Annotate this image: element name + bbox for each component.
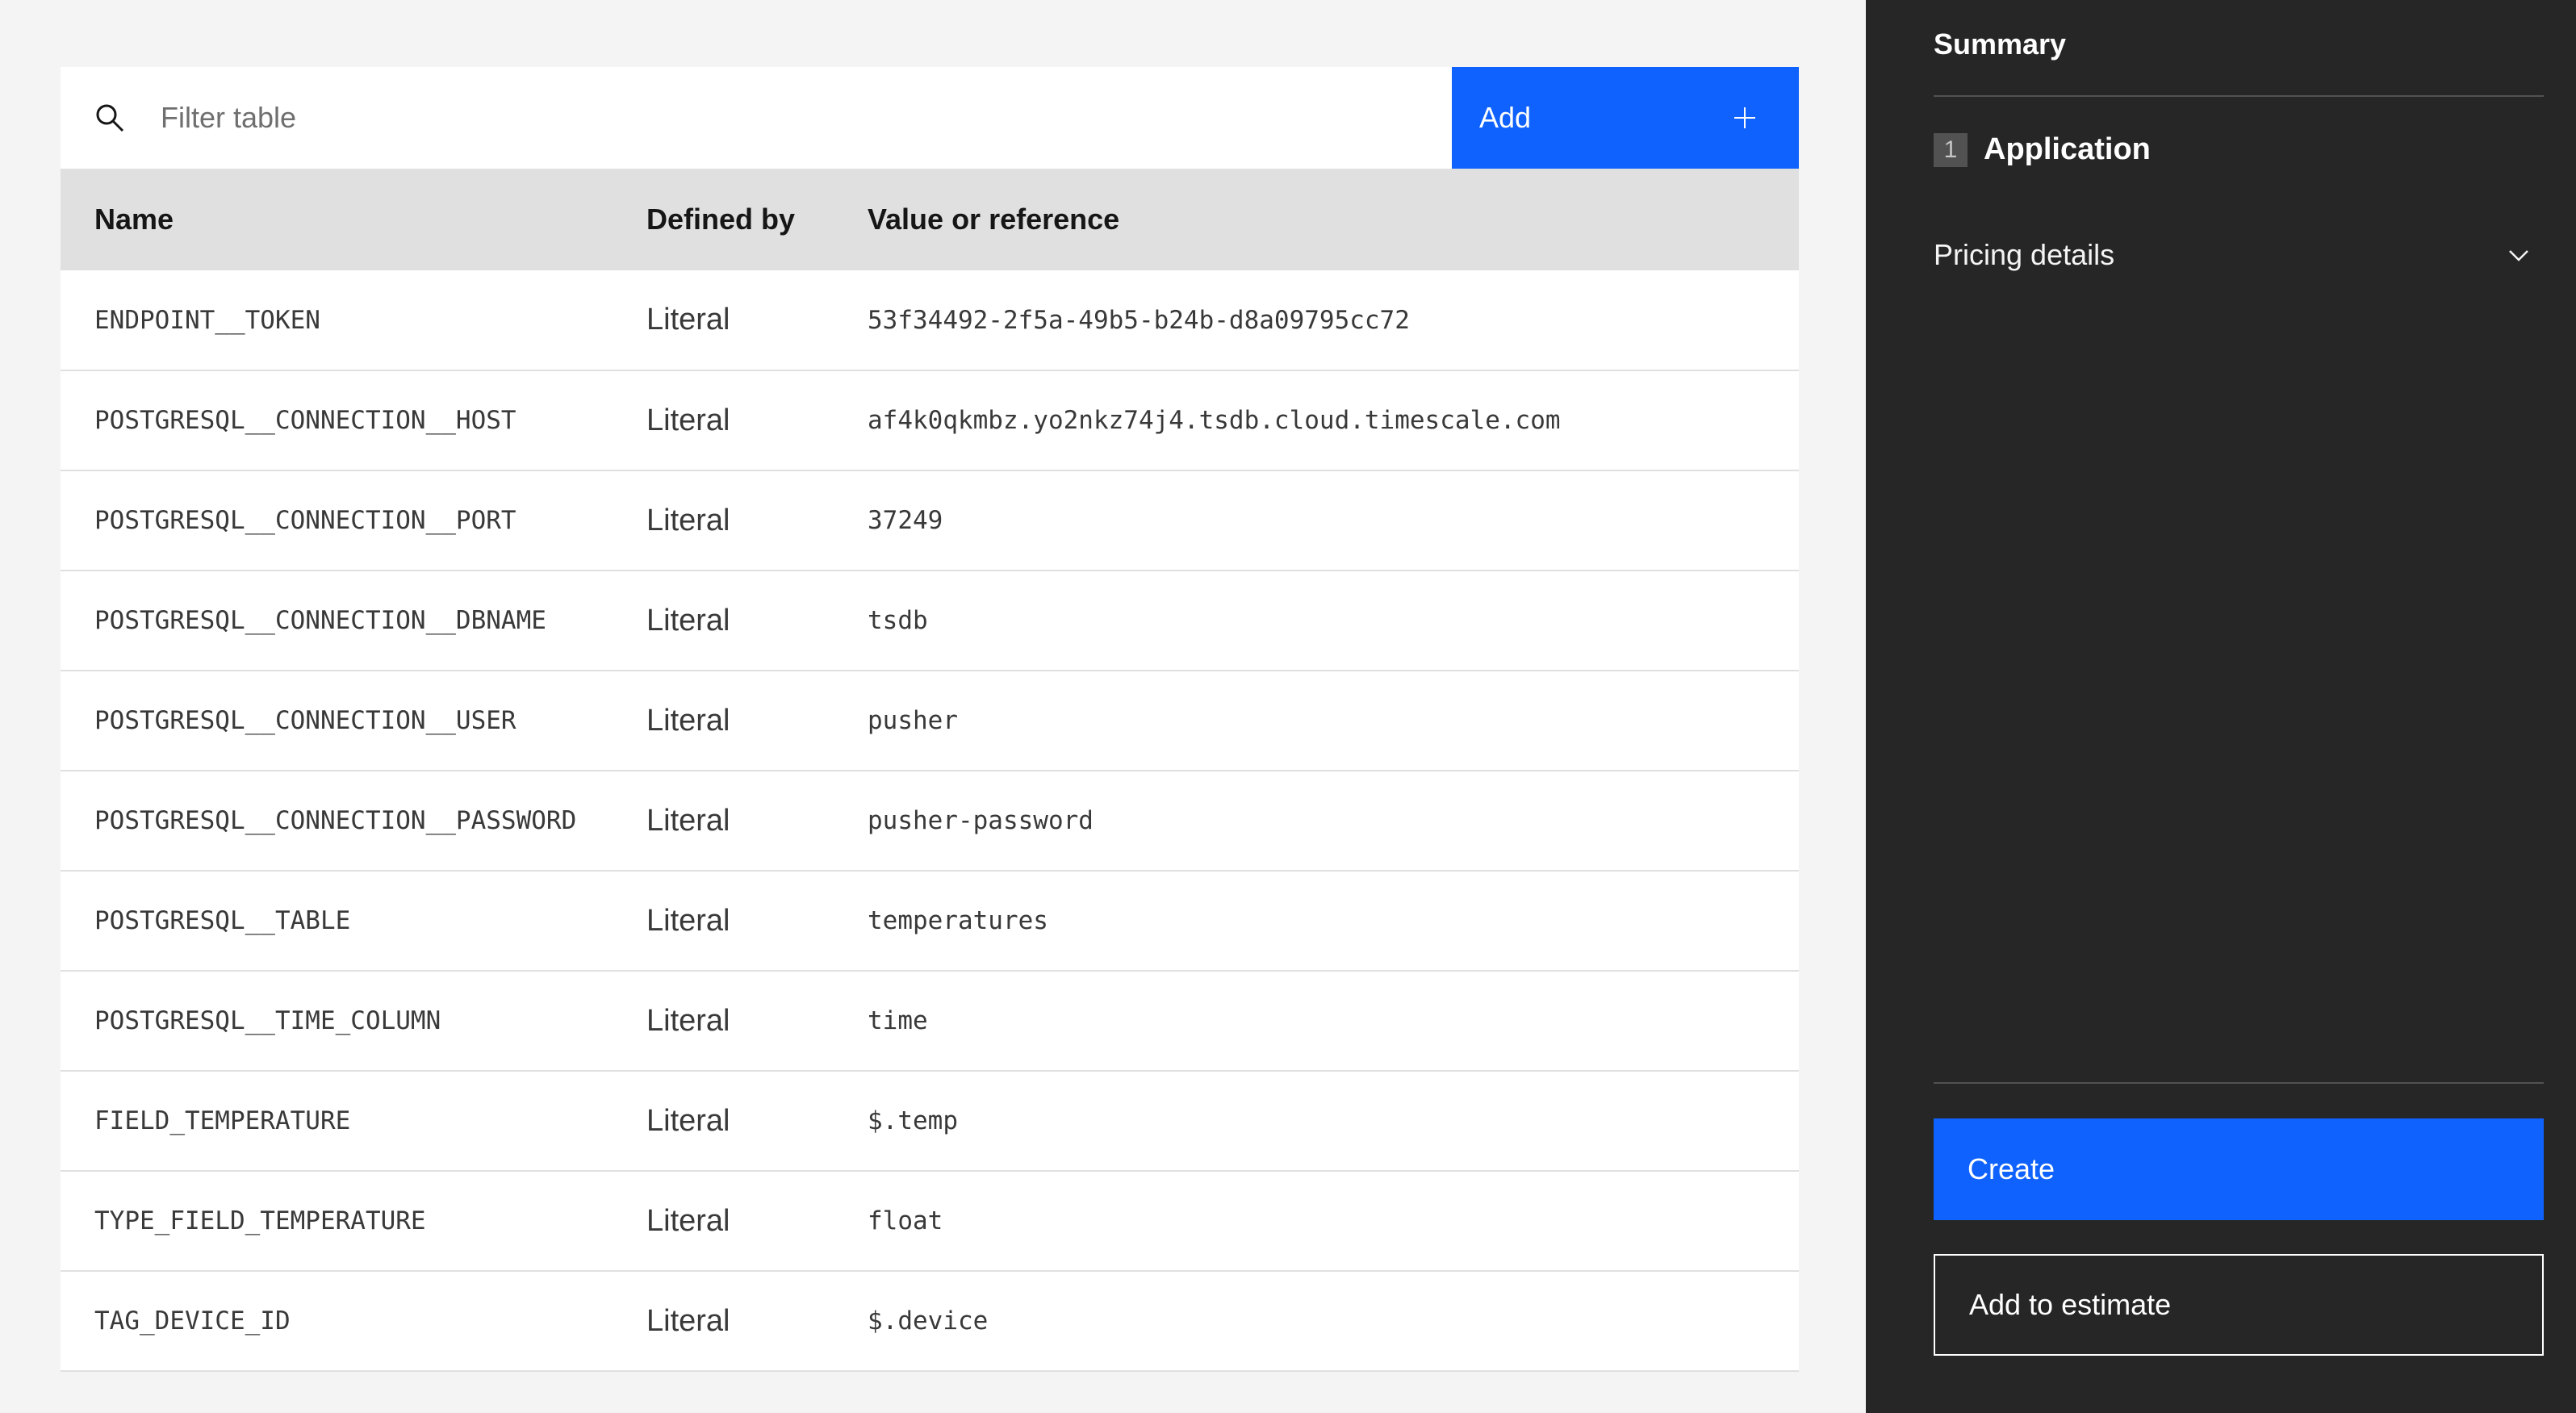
- environment-variables-table-container: Add Name Defined by Value or reference E…: [61, 67, 1799, 1372]
- cell-value: pusher: [868, 706, 958, 735]
- pricing-details-toggle[interactable]: Pricing details: [1934, 234, 2531, 276]
- step-label: Application: [1984, 132, 2151, 166]
- cell-name: FIELD_TEMPERATURE: [94, 1106, 351, 1135]
- main-content: Add Name Defined by Value or reference E…: [0, 0, 1866, 1413]
- cell-value: temperatures: [868, 906, 1048, 935]
- add-to-estimate-button[interactable]: Add to estimate: [1934, 1254, 2544, 1356]
- create-button[interactable]: Create: [1934, 1118, 2544, 1220]
- create-button-label: Create: [1968, 1152, 2055, 1185]
- column-header-value[interactable]: Value or reference: [868, 169, 1799, 270]
- table-row[interactable]: POSTGRESQL__CONNECTION__PORT Literal 372…: [61, 470, 1799, 571]
- cell-defined-by: Literal: [646, 403, 730, 437]
- summary-step-application: 1 Application: [1934, 132, 2151, 167]
- table-row[interactable]: POSTGRESQL__TIME_COLUMN Literal time: [61, 971, 1799, 1071]
- cell-name: POSTGRESQL__CONNECTION__PORT: [94, 506, 516, 535]
- add-to-estimate-label: Add to estimate: [1969, 1288, 2172, 1321]
- cell-defined-by: Literal: [646, 603, 730, 638]
- cell-defined-by: Literal: [646, 303, 730, 337]
- search-icon: [96, 104, 124, 132]
- table-row[interactable]: POSTGRESQL__CONNECTION__USER Literal pus…: [61, 671, 1799, 771]
- cell-value: af4k0qkmbz.yo2nkz74j4.tsdb.cloud.timesca…: [868, 406, 1561, 435]
- summary-divider: [1934, 95, 2544, 97]
- cell-defined-by: Literal: [646, 1303, 730, 1338]
- plus-icon: [1734, 107, 1755, 128]
- cell-value: 53f34492-2f5a-49b5-b24b-d8a09795cc72: [868, 305, 1410, 335]
- cell-defined-by: Literal: [646, 703, 730, 738]
- table-header-row: Name Defined by Value or reference: [61, 169, 1799, 270]
- cell-value: 37249: [868, 506, 943, 535]
- pricing-details-label: Pricing details: [1934, 238, 2115, 271]
- cell-defined-by: Literal: [646, 903, 730, 938]
- environment-variables-table: Name Defined by Value or reference ENDPO…: [61, 169, 1799, 1372]
- cell-name: POSTGRESQL__CONNECTION__USER: [94, 706, 516, 735]
- cell-name: POSTGRESQL__TABLE: [94, 906, 351, 935]
- summary-title: Summary: [1934, 27, 2067, 61]
- column-header-name[interactable]: Name: [61, 169, 646, 270]
- cell-defined-by: Literal: [646, 1203, 730, 1238]
- add-button[interactable]: Add: [1452, 67, 1799, 169]
- table-row[interactable]: POSTGRESQL__CONNECTION__DBNAME Literal t…: [61, 571, 1799, 671]
- cell-value: float: [868, 1206, 943, 1235]
- cell-value: $.device: [868, 1306, 989, 1336]
- table-row[interactable]: FIELD_TEMPERATURE Literal $.temp: [61, 1071, 1799, 1171]
- step-number-badge: 1: [1934, 132, 1968, 167]
- cell-name: POSTGRESQL__CONNECTION__DBNAME: [94, 606, 546, 635]
- cell-defined-by: Literal: [646, 503, 730, 537]
- cell-value: pusher-password: [868, 806, 1094, 835]
- cell-name: POSTGRESQL__CONNECTION__PASSWORD: [94, 806, 577, 835]
- table-row[interactable]: ENDPOINT__TOKEN Literal 53f34492-2f5a-49…: [61, 270, 1799, 370]
- table-search: [61, 67, 1452, 169]
- cell-value: time: [868, 1006, 928, 1035]
- table-toolbar: Add: [61, 67, 1799, 169]
- chevron-down-icon: [2509, 250, 2528, 261]
- table-row[interactable]: POSTGRESQL__TABLE Literal temperatures: [61, 871, 1799, 971]
- cell-name: TYPE_FIELD_TEMPERATURE: [94, 1206, 426, 1235]
- cell-name: ENDPOINT__TOKEN: [94, 305, 320, 335]
- filter-table-input[interactable]: [161, 67, 1439, 169]
- cell-defined-by: Literal: [646, 803, 730, 838]
- table-row[interactable]: POSTGRESQL__CONNECTION__PASSWORD Literal…: [61, 771, 1799, 871]
- add-button-label: Add: [1479, 101, 1532, 134]
- cell-value: tsdb: [868, 606, 928, 635]
- table-row[interactable]: TAG_DEVICE_ID Literal $.device: [61, 1271, 1799, 1371]
- table-row[interactable]: TYPE_FIELD_TEMPERATURE Literal float: [61, 1171, 1799, 1271]
- cell-name: TAG_DEVICE_ID: [94, 1306, 291, 1336]
- cell-defined-by: Literal: [646, 1003, 730, 1038]
- cell-value: $.temp: [868, 1106, 958, 1135]
- column-header-defined-by[interactable]: Defined by: [646, 169, 868, 270]
- summary-sidebar: Summary 1 Application Pricing details Cr…: [1866, 0, 2576, 1413]
- cell-name: POSTGRESQL__TIME_COLUMN: [94, 1006, 441, 1035]
- cell-name: POSTGRESQL__CONNECTION__HOST: [94, 406, 516, 435]
- actions-divider: [1934, 1082, 2544, 1084]
- table-row[interactable]: POSTGRESQL__CONNECTION__HOST Literal af4…: [61, 370, 1799, 470]
- cell-defined-by: Literal: [646, 1103, 730, 1138]
